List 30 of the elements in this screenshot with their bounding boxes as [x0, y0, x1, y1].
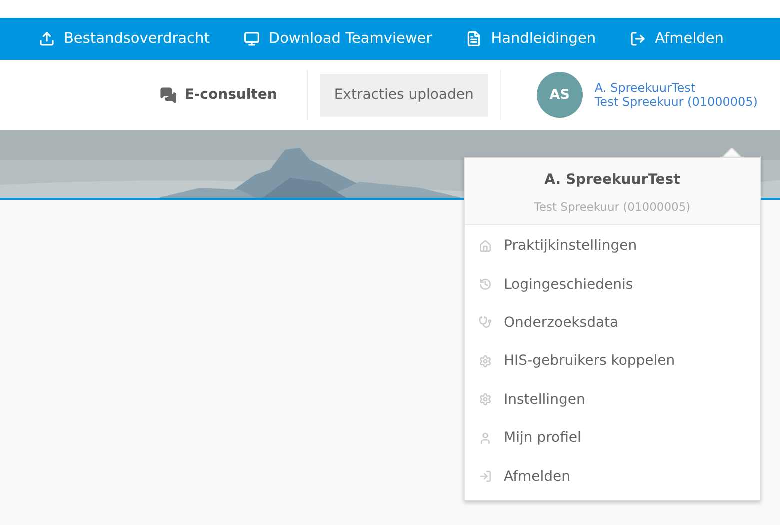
top-bar-link[interactable]: Afmelden	[630, 31, 724, 47]
top-bar-link[interactable]: Bestandsoverdracht	[38, 31, 210, 47]
menu-item[interactable]: Onderzoeksdata	[465, 304, 760, 342]
avatar[interactable]: AS	[536, 72, 583, 118]
menu-user-name: A. SpreekuurTest	[544, 172, 680, 188]
menu-item[interactable]: Logingeschiedenis	[465, 265, 760, 304]
chat-icon	[160, 86, 177, 104]
settings-icon	[479, 393, 492, 406]
login-icon	[479, 470, 492, 484]
menu-user-practice: Test Spreekuur (01000005)	[534, 200, 691, 214]
user-icon	[479, 432, 492, 445]
document-icon	[466, 31, 482, 47]
stethoscope-icon	[479, 316, 492, 330]
logout-icon	[630, 31, 646, 47]
home-icon	[479, 240, 492, 253]
top-bar-link[interactable]: Handleidingen	[466, 31, 596, 47]
monitor-icon	[244, 31, 260, 47]
history-icon	[479, 278, 492, 292]
settings-icon	[479, 354, 492, 368]
user-practice: Test Spreekuur (01000005)	[594, 95, 758, 109]
menu-item[interactable]: Praktijkinstellingen	[465, 227, 760, 266]
e-consult-link[interactable]: E-consulten	[160, 70, 308, 120]
menu-item[interactable]: HIS-gebruikers koppelen	[465, 342, 760, 381]
menu-item[interactable]: Instellingen	[465, 380, 760, 419]
upload-icon	[38, 31, 55, 47]
upload-button[interactable]: Extracties uploaden	[320, 74, 488, 116]
menu-item[interactable]: Mijn profiel	[465, 418, 760, 458]
user-name-link[interactable]: A. SpreekuurTest	[594, 81, 758, 95]
menu-item[interactable]: Afmelden	[465, 457, 760, 496]
top-bar-link[interactable]: Download Teamviewer	[244, 31, 432, 47]
